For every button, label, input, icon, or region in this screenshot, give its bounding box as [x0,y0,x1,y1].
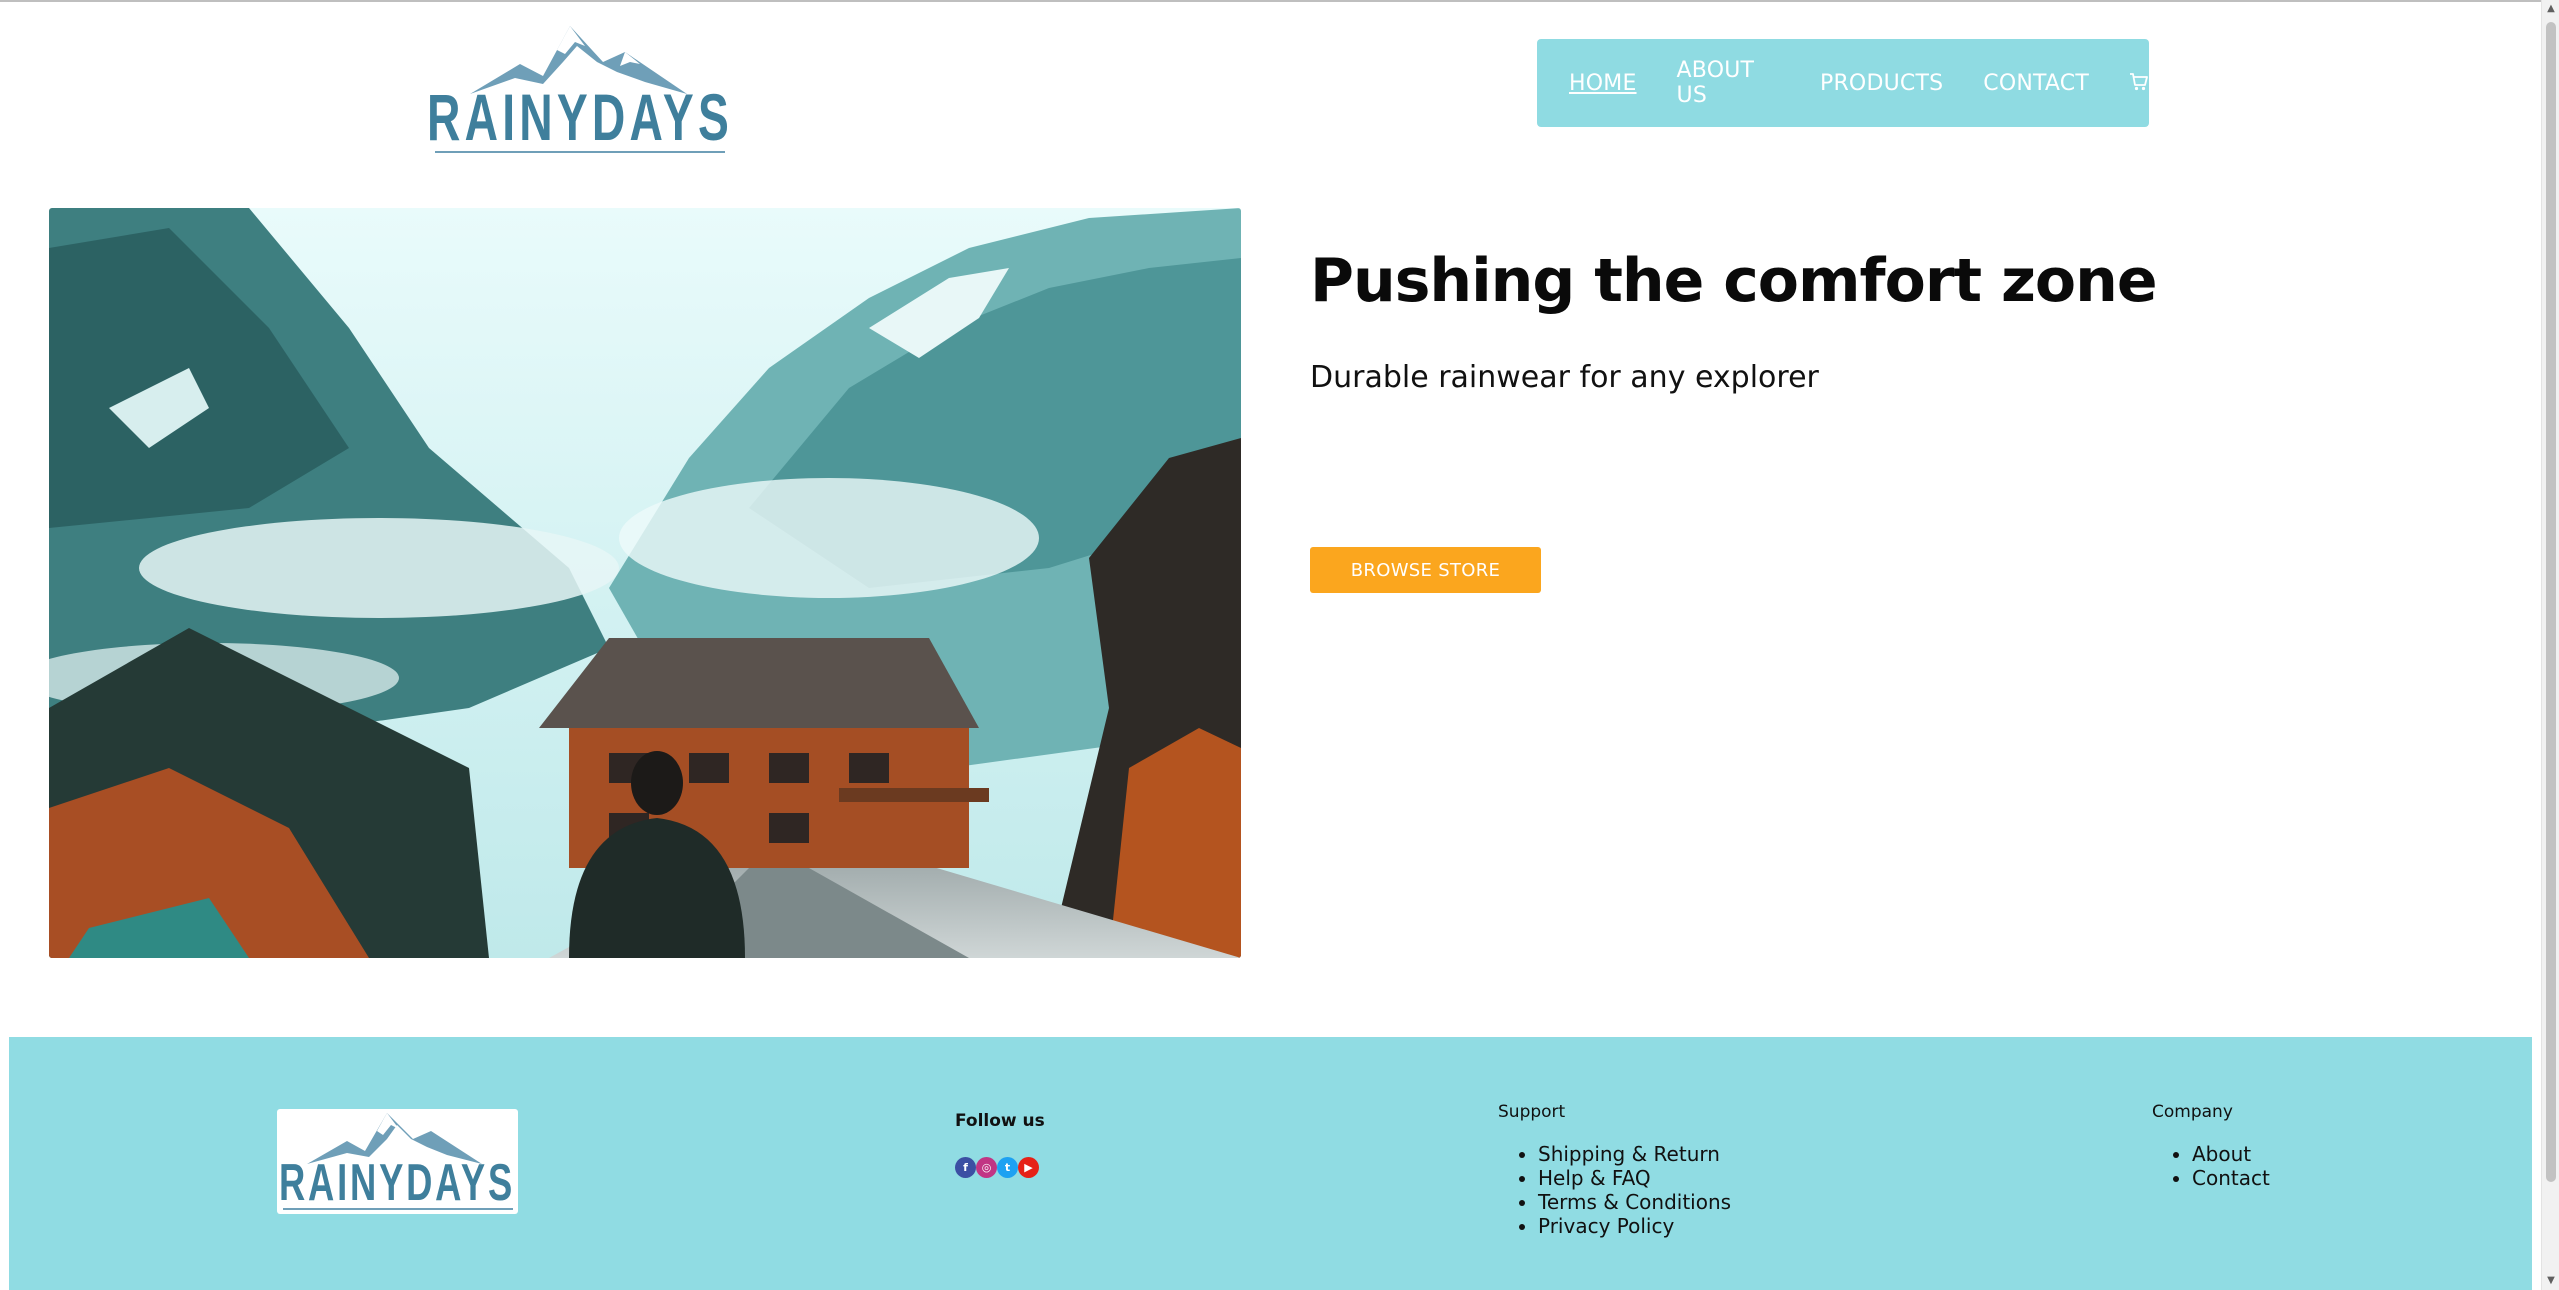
footer-logo-wordmark: RAINYDAYS [279,1154,515,1212]
cart-icon[interactable] [2129,72,2149,94]
footer-logo[interactable]: RAINYDAYS [277,1109,518,1214]
hero-title: Pushing the comfort zone [1310,246,2158,316]
scrollbar-thumb[interactable] [2546,22,2556,1182]
nav-contact-link[interactable]: CONTACT [1983,71,2089,96]
youtube-icon[interactable]: ▶ [1018,1157,1039,1178]
footer-link-help-faq[interactable]: Help & FAQ [1538,1166,1731,1190]
nav-home-link[interactable]: HOME [1569,71,1637,96]
footer-link-shipping[interactable]: Shipping & Return [1538,1142,1731,1166]
company-links: About Contact [2152,1142,2270,1190]
footer-link-privacy[interactable]: Privacy Policy [1538,1214,1731,1238]
hero-subtitle: Durable rainwear for any explorer [1310,360,1819,395]
nav-products-link[interactable]: PRODUCTS [1820,71,1943,96]
footer-link-contact[interactable]: Contact [2192,1166,2270,1190]
scroll-down-arrow-icon[interactable]: ▼ [2542,1272,2559,1290]
support-links: Shipping & Return Help & FAQ Terms & Con… [1498,1142,1731,1238]
hero-image [49,208,1241,958]
logo-wordmark: RAINYDAYS [427,80,733,154]
scroll-up-arrow-icon[interactable]: ▲ [2542,0,2559,18]
facebook-icon[interactable]: f [955,1157,976,1178]
social-links: f ◎ t ▶ [955,1157,1039,1178]
twitter-icon[interactable]: t [997,1157,1018,1178]
logo-mountain-icon: RAINYDAYS [427,26,733,154]
window-top-border [0,0,2559,2]
vertical-scrollbar[interactable]: ▲ ▼ [2541,0,2559,1290]
nav-about-link[interactable]: ABOUT US [1677,58,1780,108]
footer-link-terms[interactable]: Terms & Conditions [1538,1190,1731,1214]
site-footer: RAINYDAYS Follow us f ◎ t ▶ Support Ship… [9,1037,2532,1290]
instagram-icon[interactable]: ◎ [976,1157,997,1178]
footer-link-about[interactable]: About [2192,1142,2270,1166]
main-nav: HOME ABOUT US PRODUCTS CONTACT [1537,39,2149,127]
site-logo[interactable]: RAINYDAYS [425,24,735,158]
company-heading: Company [2152,1102,2233,1122]
browse-store-button[interactable]: BROWSE STORE [1310,547,1541,593]
follow-us-heading: Follow us [955,1111,1045,1131]
support-heading: Support [1498,1102,1566,1122]
